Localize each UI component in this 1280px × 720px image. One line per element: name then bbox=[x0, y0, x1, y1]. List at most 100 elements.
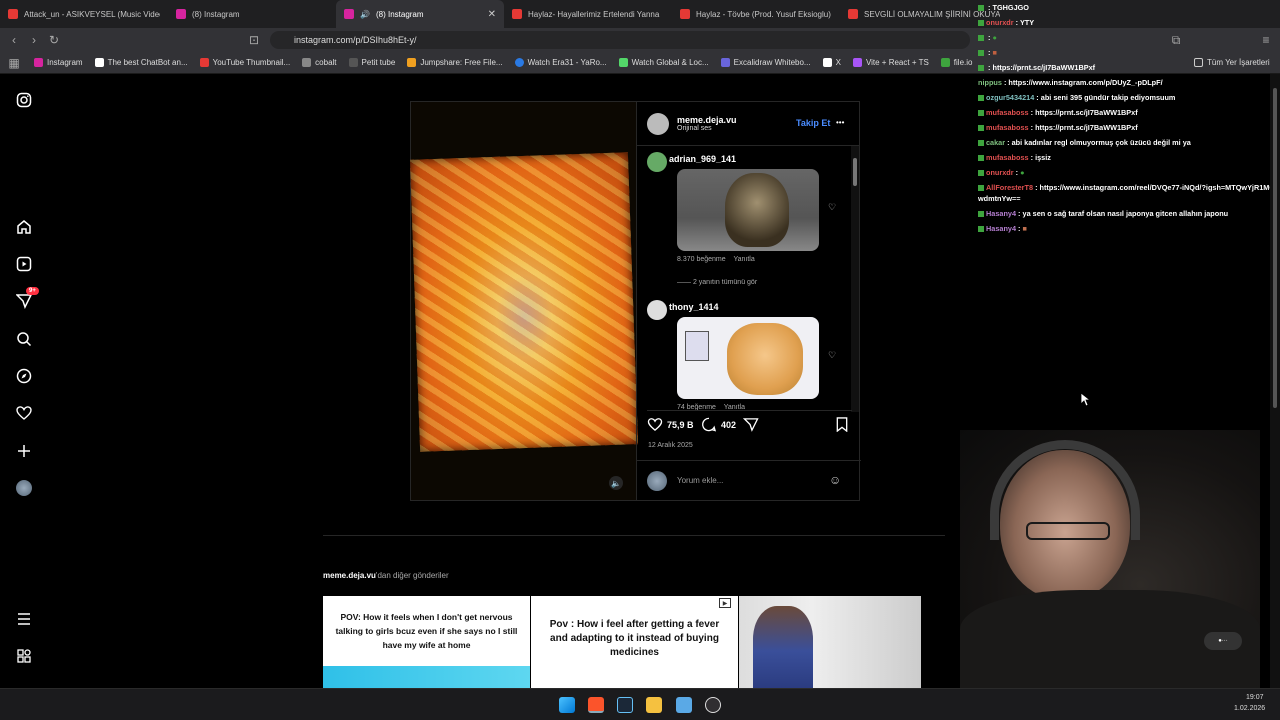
post-video[interactable]: 🔈 bbox=[409, 102, 639, 500]
bookmark-item[interactable]: X bbox=[822, 58, 841, 67]
bookmark-icon[interactable]: ⊡ bbox=[244, 30, 264, 50]
page-scrollbar[interactable] bbox=[1270, 74, 1280, 688]
photos-icon[interactable] bbox=[676, 697, 692, 713]
taskbar-time[interactable]: 19:07 bbox=[1246, 694, 1264, 701]
file-explorer-icon[interactable] bbox=[646, 697, 662, 713]
comments-scrollbar[interactable] bbox=[851, 146, 859, 412]
reels-icon[interactable] bbox=[16, 256, 32, 272]
youtube-icon bbox=[680, 9, 690, 19]
bookmark-item[interactable]: Jumpshare: Free File... bbox=[407, 58, 503, 67]
obs-icon[interactable] bbox=[705, 697, 721, 713]
browser-tab[interactable]: Attack_un - ASIKVEYSEL (Music Video) bbox=[0, 0, 168, 28]
explore-icon[interactable] bbox=[16, 368, 32, 384]
post-date: 12 Aralık 2025 bbox=[648, 442, 693, 449]
more-posts-owner[interactable]: meme.deja.vu bbox=[323, 571, 376, 580]
audio-label[interactable]: Orijinal ses bbox=[677, 125, 737, 132]
profile-avatar[interactable] bbox=[16, 480, 32, 496]
author-username[interactable]: meme.deja.vu bbox=[677, 115, 737, 125]
close-tab-icon[interactable]: ✕ bbox=[488, 9, 496, 20]
tab-label: Haylaz- Hayallerimiz Ertelendi Yanna bbox=[528, 9, 660, 19]
comment-likes[interactable]: 8.370 beğenme bbox=[677, 256, 726, 263]
bookmark-item[interactable]: Excalidraw Whitebo... bbox=[720, 58, 811, 67]
taskbar-date[interactable]: 1.02.2026 bbox=[1234, 705, 1265, 712]
bookmark-item[interactable]: Watch Global & Loc... bbox=[618, 58, 709, 67]
windows-taskbar: 19:07 1.02.2026 bbox=[0, 688, 1280, 720]
like-count[interactable]: 75,9 B bbox=[667, 420, 694, 430]
instagram-icon bbox=[176, 9, 186, 19]
bookmark-label: cobalt bbox=[315, 58, 337, 67]
commenter-avatar[interactable] bbox=[647, 152, 667, 172]
heart-icon[interactable] bbox=[16, 405, 32, 421]
like-comment-icon[interactable]: ♡ bbox=[828, 350, 836, 361]
brave-browser-icon[interactable] bbox=[588, 697, 604, 713]
chat-reply-avatar[interactable]: ●··· bbox=[1204, 632, 1242, 650]
also-from-meta-icon[interactable] bbox=[16, 648, 32, 664]
more-options-icon[interactable]: ••• bbox=[836, 118, 844, 127]
webcam-overlay: ●··· bbox=[960, 430, 1260, 688]
commenter-username[interactable]: adrian_969_141 bbox=[669, 154, 736, 164]
browser-tab[interactable]: (8) Instagram bbox=[168, 0, 336, 28]
bookmark-item[interactable]: YouTube Thumbnail... bbox=[199, 58, 290, 67]
apps-icon[interactable]: ▦ bbox=[4, 53, 24, 73]
fileio-icon bbox=[940, 58, 950, 67]
create-icon[interactable] bbox=[16, 443, 32, 459]
chat-text: abi kadınlar regl olmuyormuş çok üzücü d… bbox=[1011, 138, 1191, 147]
comment-image-cartoon-meme bbox=[677, 317, 819, 399]
browser-tab-active[interactable]: 🔊 (8) Instagram ✕ bbox=[336, 0, 504, 28]
bookmark-item[interactable]: Instagram bbox=[34, 58, 83, 67]
mod-badge-icon bbox=[978, 95, 984, 102]
home-icon[interactable] bbox=[16, 219, 32, 235]
share-icon[interactable] bbox=[742, 417, 759, 437]
follow-button[interactable]: Takip Et bbox=[796, 118, 830, 128]
bookmark-label: Excalidraw Whitebo... bbox=[733, 58, 811, 67]
sound-icon[interactable]: 🔈 bbox=[609, 476, 623, 490]
chat-message: onurxdr : ● bbox=[978, 165, 1280, 180]
post-tile[interactable] bbox=[739, 596, 921, 688]
reload-icon[interactable]: ↻ bbox=[44, 30, 64, 50]
commenter-avatar[interactable] bbox=[647, 300, 667, 320]
comment-count[interactable]: 402 bbox=[721, 420, 736, 430]
post-modal: 🔈 meme.deja.vu Orijinal ses Takip Et •••… bbox=[409, 101, 861, 501]
chat-message: : TGHGJGO bbox=[978, 0, 1280, 15]
back-icon[interactable]: ‹ bbox=[4, 30, 24, 50]
browser-tab[interactable]: Haylaz- Hayallerimiz Ertelendi Yanna bbox=[504, 0, 672, 28]
forward-icon[interactable]: › bbox=[24, 30, 44, 50]
steam-icon[interactable] bbox=[617, 697, 633, 713]
comment-icon[interactable] bbox=[701, 417, 717, 437]
comment-input[interactable]: Yorum ekle... bbox=[677, 476, 723, 485]
chat-user: AllForesterT8 bbox=[986, 183, 1034, 192]
post-tile[interactable]: Pov : How i feel after getting a fever a… bbox=[531, 596, 738, 688]
tab-label: Attack_un - ASIKVEYSEL (Music Video) bbox=[24, 9, 160, 19]
youtube-icon bbox=[199, 58, 209, 67]
bookmark-item[interactable]: Watch Era31 - YaRo... bbox=[514, 58, 607, 67]
messages-icon[interactable]: 9+ bbox=[16, 287, 39, 309]
windows-start-icon[interactable] bbox=[559, 697, 575, 713]
emoji-icon[interactable]: ☺ bbox=[829, 473, 841, 487]
watch-global-icon bbox=[618, 58, 628, 67]
instagram-logo-icon[interactable] bbox=[16, 92, 32, 108]
chat-message: nippus : https://www.instagram.com/p/DUy… bbox=[978, 78, 1163, 87]
browser-tab[interactable]: Haylaz - Tövbe (Prod. Yusuf Eksioglu) bbox=[672, 0, 840, 28]
save-icon[interactable] bbox=[835, 417, 849, 437]
own-avatar bbox=[647, 471, 667, 491]
bookmark-item[interactable]: Vite + React + TS bbox=[852, 58, 929, 67]
search-icon[interactable] bbox=[16, 331, 32, 347]
more-menu-icon[interactable] bbox=[16, 611, 32, 627]
author-avatar[interactable] bbox=[647, 112, 669, 135]
commenter-username[interactable]: thony_1414 bbox=[669, 302, 719, 312]
like-icon[interactable] bbox=[647, 417, 663, 437]
bookmark-item[interactable]: cobalt bbox=[302, 58, 337, 67]
view-replies[interactable]: —— 2 yanıtın tümünü gör bbox=[677, 279, 757, 286]
url-input[interactable]: instagram.com/p/DSIhu8hEt-y/ bbox=[270, 31, 970, 49]
post-tile[interactable]: POV: How it feels when I don't get nervo… bbox=[323, 596, 530, 688]
chatbot-icon bbox=[94, 58, 104, 67]
bookmark-item[interactable]: Petit tube bbox=[348, 58, 395, 67]
chat-message: : ■ bbox=[978, 45, 1280, 60]
like-comment-icon[interactable]: ♡ bbox=[828, 202, 836, 213]
speaker-icon[interactable]: 🔊 bbox=[360, 10, 370, 19]
mod-badge-icon bbox=[978, 185, 984, 192]
bookmark-item[interactable]: file.io bbox=[940, 58, 972, 67]
reply-button[interactable]: Yanıtla bbox=[733, 256, 754, 263]
comment-box: Yorum ekle... ☺ bbox=[637, 460, 861, 500]
bookmark-item[interactable]: The best ChatBot an... bbox=[94, 58, 188, 67]
